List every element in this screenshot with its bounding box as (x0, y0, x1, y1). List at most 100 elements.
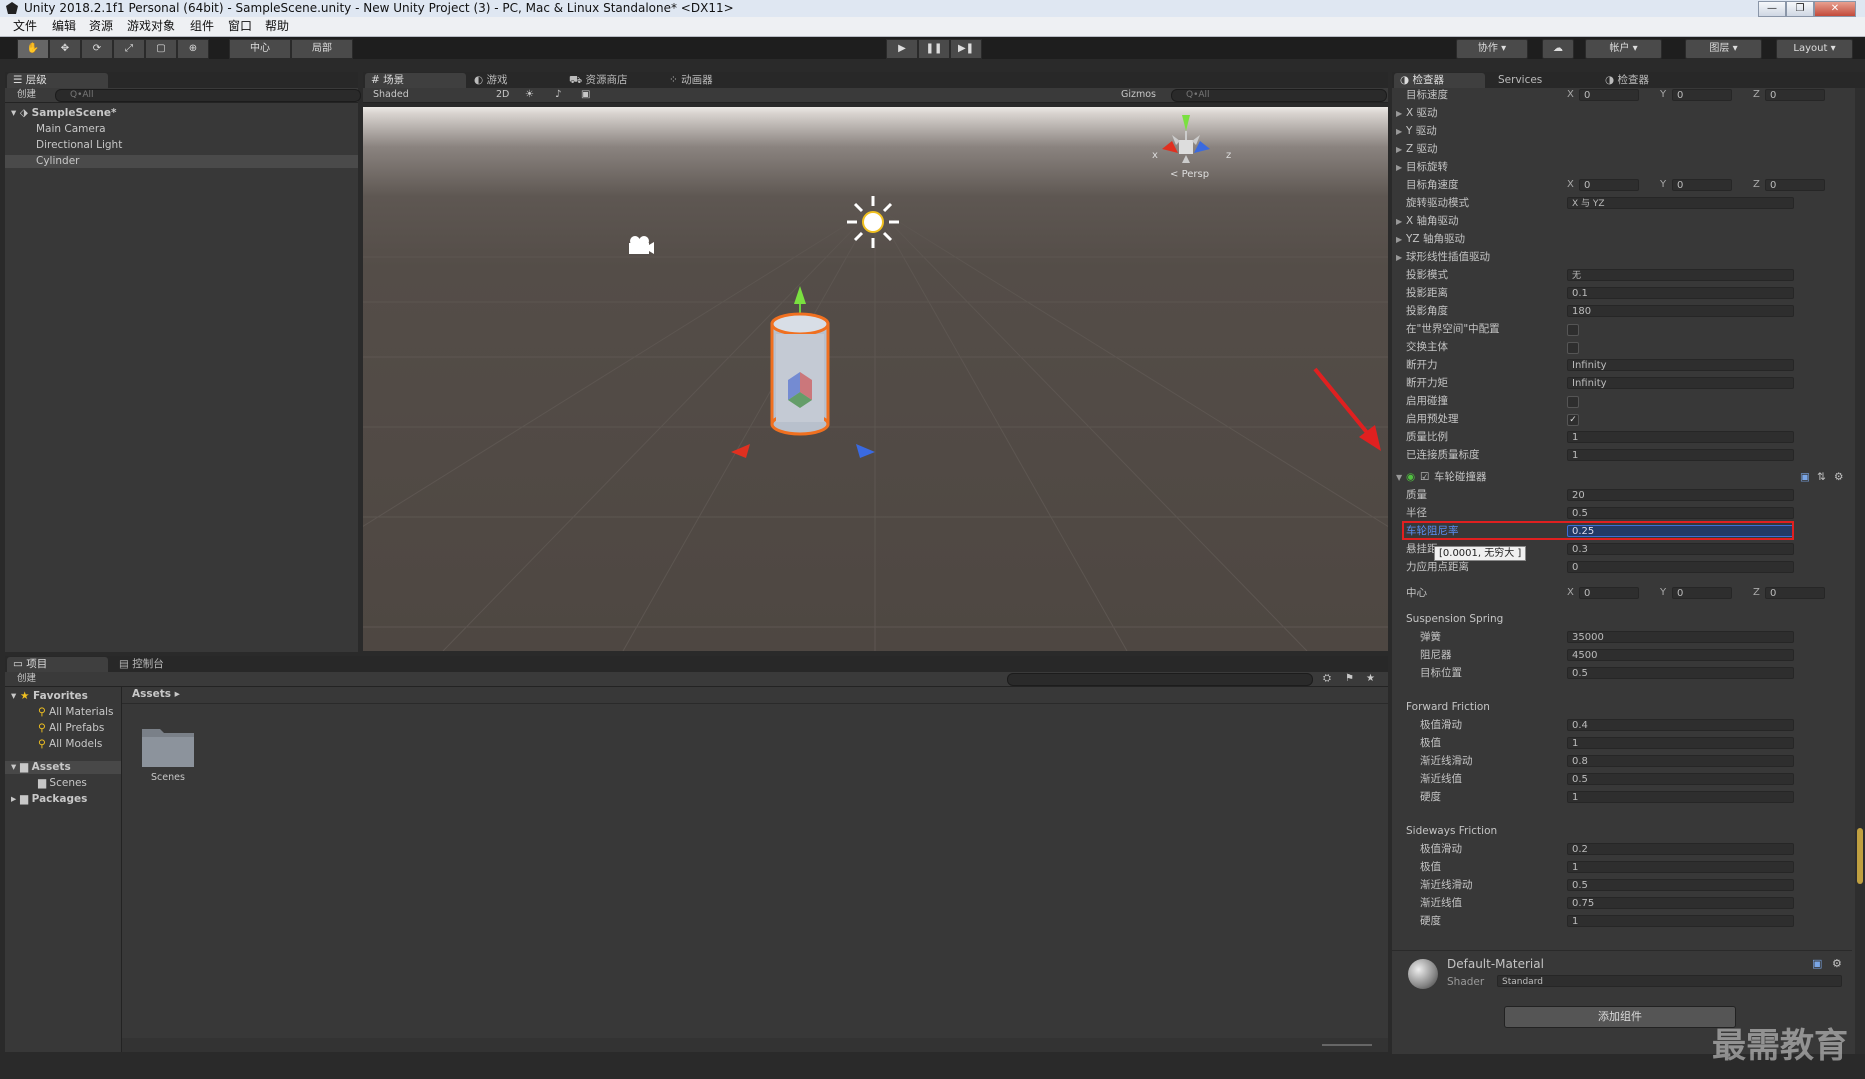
audio-toggle-icon[interactable]: ♪ (555, 88, 561, 102)
tab-asset-store[interactable]: ⛟ 资源商店 (563, 73, 659, 88)
favorite-all-models[interactable]: ⚲ All Models (38, 738, 102, 751)
favorite-star-icon[interactable]: ★ (1366, 672, 1375, 686)
menu-gameobject[interactable]: 游戏对象 (127, 17, 175, 36)
favorite-all-prefabs[interactable]: ⚲ All Prefabs (38, 722, 104, 735)
value-field[interactable]: 1 (1567, 915, 1794, 927)
tab-services[interactable]: Services (1492, 73, 1568, 88)
directional-light-icon[interactable] (843, 192, 903, 252)
foldout-arrow-icon[interactable]: ▼ (1396, 470, 1402, 485)
foldout-arrow-icon[interactable]: ▶ (1396, 160, 1402, 175)
persp-label[interactable]: < Persp (1170, 169, 1209, 180)
vector-x-field[interactable]: 0 (1579, 179, 1639, 191)
foldout-row[interactable]: ▶ X 轴角驱动 (1392, 214, 1792, 229)
filter-label-icon[interactable]: ⚑ (1345, 672, 1354, 686)
menu-file[interactable]: 文件 (13, 17, 37, 36)
transform-tool-icon[interactable]: ⊕ (177, 39, 209, 59)
maximize-button[interactable]: ❐ (1786, 1, 1814, 17)
move-tool-icon[interactable]: ✥ (49, 39, 81, 59)
tab-scene[interactable]: # 场景 (365, 73, 466, 88)
gear-icon[interactable]: ⚙ (1834, 470, 1843, 485)
value-field[interactable]: 0.75 (1567, 897, 1794, 909)
hierarchy-search-input[interactable]: Q•All (55, 89, 361, 102)
play-icon[interactable]: ▶ (886, 39, 918, 59)
assets-scenes-node[interactable]: ▆ Scenes (38, 777, 87, 790)
2d-toggle[interactable]: 2D (496, 88, 509, 102)
layers-dropdown[interactable]: 图层 ▾ (1685, 39, 1762, 59)
value-field[interactable]: 0.5 (1567, 773, 1794, 785)
shader-dropdown[interactable]: Standard (1497, 975, 1842, 987)
tab-animator[interactable]: ⁘ 动画器 (663, 73, 759, 88)
value-field[interactable]: 4500 (1567, 649, 1794, 661)
menu-assets[interactable]: 资源 (89, 17, 113, 36)
pause-icon[interactable]: ❚❚ (918, 39, 950, 59)
orientation-gizmo[interactable] (1146, 107, 1226, 177)
packages-node[interactable]: ▸ ▆ Packages (11, 793, 87, 806)
close-button[interactable]: ✕ (1814, 1, 1856, 17)
vector-z-field[interactable]: 0 (1765, 587, 1825, 599)
rotate-tool-icon[interactable]: ⟳ (81, 39, 113, 59)
foldout-row[interactable]: ▶ 目标旋转 (1392, 160, 1792, 175)
value-field[interactable]: 0.5 (1567, 879, 1794, 891)
scene-search-input[interactable]: Q•All (1171, 89, 1387, 102)
value-field[interactable]: 0.8 (1567, 755, 1794, 767)
menu-help[interactable]: 帮助 (265, 17, 289, 36)
add-component-button[interactable]: 添加组件 (1504, 1006, 1736, 1028)
gizmos-dropdown[interactable]: Gizmos (1121, 88, 1156, 102)
favorite-all-materials[interactable]: ⚲ All Materials (38, 706, 114, 719)
value-field[interactable]: 1 (1567, 737, 1794, 749)
scrollbar-thumb[interactable] (1857, 828, 1863, 884)
pivot-button[interactable]: 中心 (229, 39, 291, 59)
filter-type-icon[interactable]: ⛭ (1323, 672, 1331, 686)
value-field[interactable]: 0.2 (1567, 843, 1794, 855)
tab-project[interactable]: ▭ 项目 (7, 657, 108, 672)
foldout-arrow-icon[interactable]: ▶ (1396, 106, 1402, 121)
value-field-radius[interactable]: 0.5 (1567, 507, 1794, 519)
value-field-mass[interactable]: 20 (1567, 489, 1794, 501)
menu-edit[interactable]: 编辑 (52, 17, 76, 36)
foldout-arrow-icon[interactable]: ▶ (1396, 214, 1402, 229)
value-field[interactable]: 0.4 (1567, 719, 1794, 731)
cylinder-object[interactable] (728, 282, 878, 462)
dropdown-field[interactable]: X 与 YZ (1567, 197, 1794, 209)
vector-x-field[interactable]: 0 (1579, 587, 1639, 599)
tab-hierarchy[interactable]: ☰ 层级 (7, 73, 108, 88)
scale-tool-icon[interactable]: ⤢ (113, 39, 145, 59)
favorites-node[interactable]: ▾ ★ Favorites (11, 690, 88, 703)
menu-window[interactable]: 窗口 (228, 17, 252, 36)
scene-root[interactable]: ▾ ⬗ SampleScene* (11, 107, 117, 120)
tab-console[interactable]: ▤ 控制台 (113, 657, 199, 672)
help-icon[interactable]: ▣ (1800, 470, 1810, 485)
hand-tool-icon[interactable]: ✋ (17, 39, 49, 59)
foldout-arrow-icon[interactable]: ▶ (1396, 142, 1402, 157)
vector-x-field[interactable]: 0 (1579, 89, 1639, 101)
minimize-button[interactable]: — (1758, 1, 1786, 17)
foldout-row[interactable]: ▶ YZ 轴角驱动 (1392, 232, 1792, 247)
value-field-suspension[interactable]: 0.3 (1567, 543, 1794, 555)
vector-z-field[interactable]: 0 (1765, 179, 1825, 191)
vector-z-field[interactable]: 0 (1765, 89, 1825, 101)
camera-icon[interactable] (625, 235, 655, 257)
foldout-row[interactable]: ▶ X 驱动 (1392, 106, 1792, 121)
foldout-row[interactable]: ▶ Z 驱动 (1392, 142, 1792, 157)
account-dropdown[interactable]: 帐户 ▾ (1585, 39, 1662, 59)
hierarchy-create-button[interactable]: 创建 (17, 88, 36, 102)
foldout-arrow-icon[interactable]: ▶ (1396, 232, 1402, 247)
value-field[interactable]: Infinity (1567, 377, 1794, 389)
tab-inspector[interactable]: ◑ 检查器 (1394, 73, 1485, 88)
value-field[interactable]: 180 (1567, 305, 1794, 317)
foldout-arrow-icon[interactable]: ▶ (1396, 250, 1402, 265)
hierarchy-item-directional-light[interactable]: Directional Light (36, 139, 122, 152)
foldout-row[interactable]: ▶ Y 驱动 (1392, 124, 1792, 139)
inspector-scrollbar[interactable] (1855, 88, 1865, 1054)
scene-viewport[interactable]: x z < Persp (363, 107, 1388, 651)
checkbox[interactable]: ✓ (1567, 414, 1579, 426)
value-field[interactable]: 1 (1567, 861, 1794, 873)
foldout-arrow-icon[interactable]: ▶ (1396, 124, 1402, 139)
shading-mode-dropdown[interactable]: Shaded (373, 88, 409, 102)
help-icon[interactable]: ▣ (1812, 957, 1822, 970)
collab-button[interactable]: 协作 ▾ (1456, 39, 1528, 59)
vector-y-field[interactable]: 0 (1672, 89, 1732, 101)
value-field-force[interactable]: 0 (1567, 561, 1794, 573)
assets-node[interactable]: ▾ ▆ Assets (5, 761, 121, 774)
foldout-row[interactable]: ▶ 球形线性插值驱动 (1392, 250, 1792, 265)
